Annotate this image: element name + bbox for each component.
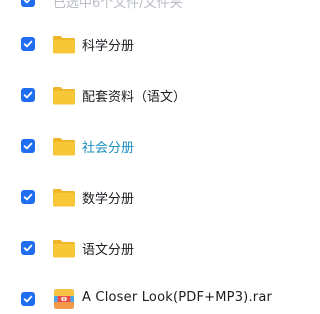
checkmark-icon: [23, 244, 33, 252]
file-row[interactable]: 数学分册: [0, 177, 316, 217]
selection-count-text: 已选中6个文件/文件夹: [53, 0, 183, 11]
checkmark-icon: [23, 91, 33, 99]
file-row[interactable]: 语文分册: [0, 228, 316, 268]
file-row[interactable]: 配套资料（语文）: [0, 75, 316, 115]
folder-icon: [53, 138, 75, 156]
folder-icon: [53, 189, 75, 207]
selection-header: 已选中6个文件/文件夹: [0, 0, 316, 13]
row-checkbox[interactable]: [21, 241, 35, 255]
select-all-checkbox[interactable]: [21, 0, 35, 7]
file-name[interactable]: 数学分册: [82, 188, 134, 207]
checkmark-icon: [23, 142, 33, 150]
file-row[interactable]: 科学分册: [0, 24, 316, 64]
file-row[interactable]: A Closer Look(PDF+MP3).rar: [0, 279, 316, 314]
row-checkbox[interactable]: [21, 37, 35, 51]
file-name[interactable]: 配套资料（语文）: [82, 86, 186, 105]
checkmark-icon: [23, 295, 33, 303]
file-name[interactable]: 社会分册: [82, 137, 134, 156]
archive-icon: [54, 289, 74, 309]
row-checkbox[interactable]: [21, 190, 35, 204]
file-row[interactable]: 社会分册: [0, 126, 316, 166]
row-checkbox[interactable]: [21, 139, 35, 153]
folder-icon: [53, 36, 75, 54]
file-name[interactable]: A Closer Look(PDF+MP3).rar: [82, 290, 272, 305]
checkmark-icon: [23, 0, 31, 4]
folder-icon: [53, 87, 75, 105]
folder-icon: [53, 240, 75, 258]
row-checkbox[interactable]: [21, 292, 35, 306]
row-checkbox[interactable]: [21, 88, 35, 102]
file-name[interactable]: 科学分册: [82, 35, 134, 54]
checkmark-icon: [23, 193, 33, 201]
file-name[interactable]: 语文分册: [82, 239, 134, 258]
checkmark-icon: [23, 40, 33, 48]
file-list-panel: 已选中6个文件/文件夹 科学分册 配套资料（语文） 社会分册 数学分册 语文分册…: [0, 0, 316, 314]
